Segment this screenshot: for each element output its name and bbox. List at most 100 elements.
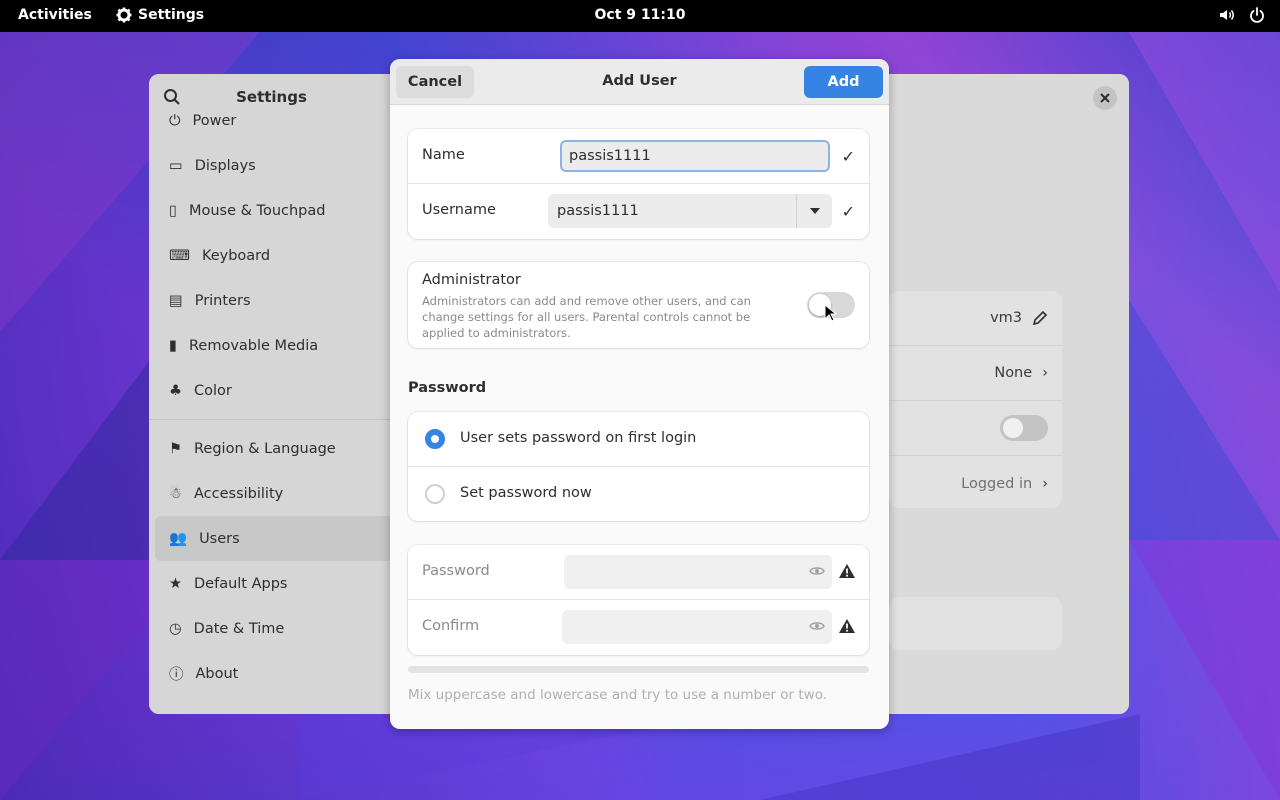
sidebar-item-label: Accessibility <box>194 485 284 502</box>
usb-icon: ▮ <box>169 337 177 354</box>
clock[interactable]: Oct 9 11:10 <box>0 7 1280 23</box>
warning-icon <box>839 564 855 578</box>
close-icon <box>1100 93 1110 103</box>
sidebar-item-mouse[interactable]: ▯ Mouse & Touchpad <box>149 188 394 233</box>
remove-user-card[interactable] <box>889 597 1062 650</box>
sidebar-item-users[interactable]: 👥 Users <box>155 516 394 561</box>
identity-card: Name ✓ Username passis1111 ✓ <box>408 129 869 239</box>
eye-icon[interactable] <box>809 565 825 577</box>
check-icon: ✓ <box>841 147 855 166</box>
username-label: Username <box>422 202 496 218</box>
sidebar-item-displays[interactable]: ▭ Displays <box>149 143 394 188</box>
administrator-card: Administrator Administrators can add and… <box>408 262 869 348</box>
sidebar-item-removable-media[interactable]: ▮ Removable Media <box>149 323 394 368</box>
password-fields-card: Password Confirm <box>408 545 869 655</box>
volume-icon <box>1220 10 1234 20</box>
info-icon: ⓘ <box>169 667 184 683</box>
user-name-row[interactable]: vm3 <box>889 291 1062 346</box>
first-login-label: User sets password on first login <box>460 430 697 446</box>
sidebar-item-label: Color <box>194 382 232 399</box>
username-value: passis1111 <box>557 203 639 219</box>
eye-icon[interactable] <box>809 620 825 632</box>
system-tray[interactable] <box>1218 6 1266 24</box>
sidebar-item-label: Displays <box>194 157 256 174</box>
dropdown-button[interactable] <box>796 194 832 228</box>
confirm-input[interactable] <box>562 610 832 644</box>
mouse-cursor-icon <box>824 304 836 322</box>
password-strength-bar <box>408 666 869 673</box>
top-bar: Activities Settings Oct 9 11:10 <box>0 0 1280 32</box>
sidebar-item-keyboard[interactable]: ⌨ Keyboard <box>149 233 394 278</box>
sidebar-item-label: Power <box>192 112 237 129</box>
keyboard-icon: ⌨ <box>169 247 190 264</box>
star-icon: ★ <box>169 575 182 592</box>
password-label: Password <box>422 563 490 579</box>
add-user-dialog: Cancel Add User Add Name ✓ Username pass… <box>390 59 889 729</box>
account-type-row[interactable]: None › <box>889 346 1062 401</box>
name-field[interactable] <box>560 140 830 172</box>
radio-button[interactable] <box>425 429 445 449</box>
clock-icon: ◷ <box>169 620 182 637</box>
settings-sidebar-list: ⏻ Power ▭ Displays ▯ Mouse & Touchpad ⌨ Keyb… <box>149 108 394 696</box>
power-icon <box>1250 7 1264 23</box>
users-icon: 👥 <box>169 531 188 547</box>
edit-icon[interactable] <box>1032 310 1048 326</box>
sidebar-item-accessibility[interactable]: ☃ Accessibility <box>149 471 394 516</box>
sidebar-item-label: Region & Language <box>194 440 336 457</box>
confirm-label: Confirm <box>422 618 480 634</box>
sidebar-item-color[interactable]: ♣ Color <box>149 368 394 413</box>
password-mode-card: User sets password on first login Set pa… <box>408 412 869 521</box>
radio-button[interactable] <box>425 484 445 504</box>
password-row: Password <box>408 545 869 600</box>
settings-sidebar: Settings ⏻ Power ▭ Displays ▯ Mouse & Touch… <box>149 74 394 714</box>
password-input[interactable] <box>564 555 832 589</box>
warning-icon <box>839 619 855 633</box>
user-name: vm3 <box>990 310 1022 326</box>
username-row: Username passis1111 ✓ <box>408 184 869 239</box>
administrator-title: Administrator <box>422 272 521 288</box>
chevron-right-icon: › <box>1042 365 1048 381</box>
chevron-right-icon: › <box>1042 475 1048 492</box>
sidebar-item-default-apps[interactable]: ★ Default Apps <box>149 561 394 606</box>
printer-icon: ▤ <box>169 292 183 309</box>
color-icon: ♣ <box>169 382 182 399</box>
password-hint: Mix uppercase and lowercase and try to u… <box>408 687 828 703</box>
autologin-toggle[interactable] <box>1000 415 1048 441</box>
sidebar-item-label: Default Apps <box>194 575 288 592</box>
dialog-header: Cancel Add User Add <box>390 59 889 105</box>
check-icon: ✓ <box>841 202 855 221</box>
sidebar-item-label: Removable Media <box>188 337 319 354</box>
user-details-card: vm3 None › Logged in › <box>889 291 1062 508</box>
activity-status: Logged in <box>961 475 1033 492</box>
sidebar-item-label: Keyboard <box>201 247 271 264</box>
set-now-label: Set password now <box>460 485 592 501</box>
confirm-row: Confirm <box>408 600 869 655</box>
sidebar-item-region[interactable]: ⚑ Region & Language <box>149 426 394 471</box>
sidebar-separator <box>149 419 394 420</box>
username-combo[interactable]: passis1111 <box>548 194 832 228</box>
sidebar-item-label: Users <box>199 530 240 547</box>
close-button[interactable] <box>1093 86 1117 110</box>
accessibility-icon: ☃ <box>169 485 182 502</box>
flag-icon: ⚑ <box>169 440 182 457</box>
first-login-option[interactable]: User sets password on first login <box>408 412 869 467</box>
display-icon: ▭ <box>169 157 183 174</box>
name-row: Name ✓ <box>408 129 869 184</box>
add-button[interactable]: Add <box>804 66 883 98</box>
mouse-icon: ▯ <box>169 202 177 219</box>
password-section-label: Password <box>408 380 487 396</box>
sidebar-item-about[interactable]: ⓘ About <box>149 651 394 696</box>
sidebar-item-label: Printers <box>194 292 251 309</box>
set-now-option[interactable]: Set password now <box>408 467 869 522</box>
sidebar-item-power[interactable]: ⏻ Power <box>149 98 394 143</box>
account-type-value: None <box>994 365 1033 381</box>
activity-row[interactable]: Logged in › <box>889 456 1062 511</box>
sidebar-item-printers[interactable]: ▤ Printers <box>149 278 394 323</box>
administrator-description: Administrators can add and remove other … <box>422 294 751 340</box>
sidebar-item-label: Mouse & Touchpad <box>188 202 326 219</box>
power-icon: ⏻ <box>169 112 181 129</box>
sidebar-item-label: Date & Time <box>193 620 285 637</box>
sidebar-item-date-time[interactable]: ◷ Date & Time <box>149 606 394 651</box>
autologin-row[interactable] <box>889 401 1062 456</box>
sidebar-item-label: About <box>195 665 239 682</box>
